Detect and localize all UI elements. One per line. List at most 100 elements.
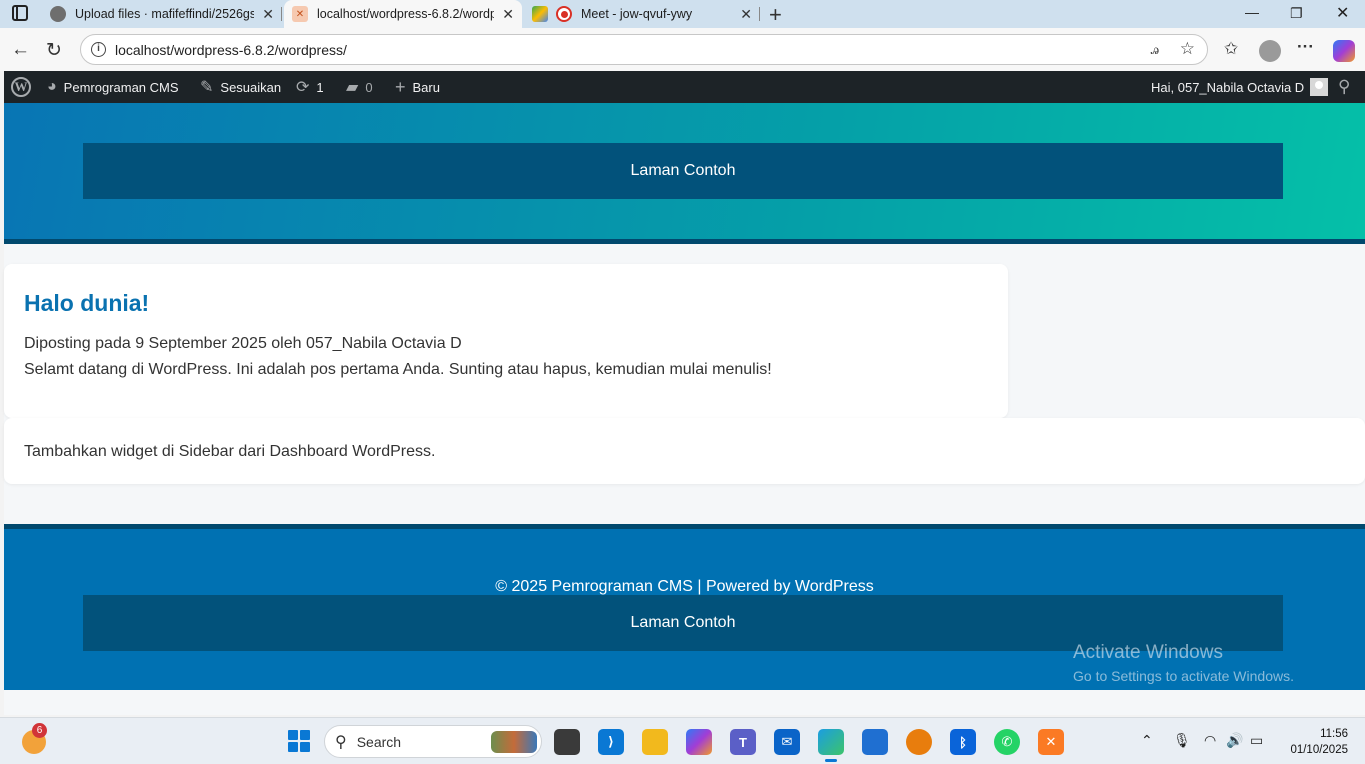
bluetooth-icon[interactable]: ᛒ <box>950 729 976 755</box>
reload-icon[interactable]: ↻ <box>46 39 62 62</box>
start-tile <box>300 742 310 752</box>
customize-label: Sesuaikan <box>220 79 282 95</box>
recording-icon <box>556 6 572 22</box>
file-explorer-icon[interactable] <box>642 729 668 755</box>
tab-github[interactable]: Upload files · mafifeffindi/2526gs ✕ <box>42 0 282 28</box>
system-clock[interactable]: 11:56 01/10/2025 <box>1284 726 1348 758</box>
edge-browser-icon[interactable] <box>818 729 844 762</box>
tab-actions-icon[interactable] <box>12 5 28 21</box>
favorite-star-icon[interactable]: ☆ <box>1180 39 1195 59</box>
site-header: Laman Contoh <box>4 103 1365 244</box>
start-tile <box>288 730 298 740</box>
search-icon: ⚲ <box>335 733 347 751</box>
close-tab-icon[interactable]: ✕ <box>262 6 274 23</box>
task-view-icon[interactable] <box>554 729 580 755</box>
tab-separator <box>759 7 760 21</box>
post-card: Halo dunia! Diposting pada 9 September 2… <box>4 264 1008 418</box>
updates-icon: ⟳ <box>296 79 310 96</box>
start-button[interactable] <box>288 730 310 752</box>
tab-title: Meet - jow-qvuf-ywy <box>581 7 693 21</box>
footer-link-sample-page[interactable]: Laman Contoh <box>631 614 736 632</box>
admin-customize[interactable]: ✎ Sesuaikan <box>200 71 281 103</box>
google-meet-icon <box>532 6 548 22</box>
new-label: Baru <box>412 79 440 95</box>
back-icon[interactable]: ← <box>11 39 30 61</box>
search-highlight-image <box>491 731 537 753</box>
browser-toolbar: ← ↻ i localhost/wordpress-6.8.2/wordpres… <box>0 28 1365 71</box>
post-title[interactable]: Halo dunia! <box>24 290 988 317</box>
vscode-icon[interactable]: ⟩ <box>598 729 624 755</box>
tab-title: Upload files · mafifeffindi/2526gs <box>75 7 255 21</box>
activate-windows-watermark: Activate Windows Go to Settings to activ… <box>1073 642 1294 684</box>
favorites-icon[interactable]: ✩ <box>1224 39 1238 59</box>
nav-link-sample-page[interactable]: Laman Contoh <box>631 162 736 180</box>
avatar <box>1310 78 1329 96</box>
microsoft-store-icon[interactable] <box>862 729 888 755</box>
minimize-icon[interactable]: — <box>1245 4 1259 20</box>
whatsapp-icon[interactable]: ✆ <box>994 729 1020 755</box>
copyright-text: © 2025 Pemrograman CMS | Powered by Word… <box>495 578 874 595</box>
github-icon <box>50 6 66 22</box>
admin-updates[interactable]: ⟳ 1 <box>296 71 324 103</box>
sidebar: Tambahkan widget di Sidebar dari Dashboa… <box>4 418 1365 484</box>
sidebar-text: Tambahkan widget di Sidebar dari Dashboa… <box>24 443 436 460</box>
start-tile <box>288 742 298 752</box>
copilot-app-icon[interactable] <box>686 729 712 755</box>
start-tile <box>300 730 310 740</box>
site-name-label: Pemrograman CMS <box>63 79 179 95</box>
comments-count: 0 <box>365 79 373 95</box>
primary-navigation: Laman Contoh <box>83 143 1283 199</box>
admin-comments[interactable]: ▰ 0 <box>346 71 373 103</box>
comment-icon: ▰ <box>346 79 359 96</box>
tab-separator <box>281 7 282 21</box>
site-footer: © 2025 Pemrograman CMS | Powered by Word… <box>4 524 1365 690</box>
more-menu-icon[interactable]: ··· <box>1297 37 1314 57</box>
profile-avatar[interactable] <box>1259 40 1281 62</box>
clock-date: 01/10/2025 <box>1290 744 1348 756</box>
notification-badge: 6 <box>32 723 47 738</box>
show-hidden-icons-icon[interactable]: ⌃ <box>1141 732 1153 749</box>
close-window-icon[interactable]: ✕ <box>1336 3 1349 23</box>
blender-icon[interactable] <box>906 729 932 755</box>
xampp-app-icon[interactable]: ✕ <box>1038 729 1064 755</box>
restore-icon[interactable]: ❐ <box>1290 5 1303 22</box>
windows-taskbar: 6 ⚲ Search ⟩ T ✉ ᛒ ✆ ✕ ⌃ 🎙 ◠ 🔊 ▭ 11:56 0… <box>0 717 1365 764</box>
new-tab-button[interactable]: + <box>769 2 782 28</box>
post-content: Selamt datang di WordPress. Ini adalah p… <box>24 361 772 378</box>
watermark-subtitle: Go to Settings to activate Windows. <box>1073 668 1294 684</box>
wifi-icon[interactable]: ◠ <box>1204 732 1216 749</box>
watermark-title: Activate Windows <box>1073 642 1223 663</box>
close-tab-icon[interactable]: ✕ <box>502 6 514 23</box>
teams-icon[interactable]: T <box>730 729 756 755</box>
tab-localhost[interactable]: ✕ localhost/wordpress-6.8.2/wordpr ✕ <box>284 0 522 28</box>
search-placeholder: Search <box>356 733 402 750</box>
read-aloud-icon[interactable]: ꭿ <box>1151 41 1159 58</box>
site-info-icon[interactable]: i <box>91 42 106 57</box>
tab-meet[interactable]: Meet - jow-qvuf-ywy ✕ <box>524 0 760 28</box>
brush-icon: ✎ <box>200 79 214 96</box>
wp-admin-bar: W ◕ Pemrograman CMS ✎ Sesuaikan ⟳ 1 ▰ 0 … <box>4 71 1365 103</box>
copilot-icon[interactable] <box>1333 40 1355 62</box>
url-text[interactable]: localhost/wordpress-6.8.2/wordpress/ <box>115 42 347 58</box>
microphone-icon[interactable]: 🎙 <box>1173 732 1191 749</box>
wordpress-logo-icon[interactable]: W <box>11 77 31 97</box>
admin-search[interactable]: ⚲ <box>1338 71 1350 103</box>
post-meta: Diposting pada 9 September 2025 oleh 057… <box>24 335 462 352</box>
greeting-label: Hai, 057_Nabila Octavia D <box>1151 79 1305 95</box>
admin-my-account[interactable]: Hai, 057_Nabila Octavia D <box>1151 71 1329 103</box>
page-viewport: Laman Contoh Halo dunia! Diposting pada … <box>4 103 1365 715</box>
plus-icon: + <box>395 76 406 97</box>
volume-icon[interactable]: 🔊 <box>1226 732 1243 749</box>
battery-icon[interactable]: ▭ <box>1250 732 1263 749</box>
admin-site-name[interactable]: ◕ Pemrograman CMS <box>47 71 179 103</box>
clock-time: 11:56 <box>1320 728 1348 740</box>
taskbar-search[interactable]: ⚲ Search <box>324 725 542 758</box>
close-tab-icon[interactable]: ✕ <box>740 6 752 23</box>
updates-count: 1 <box>316 79 324 95</box>
xampp-icon: ✕ <box>292 6 308 22</box>
address-bar[interactable]: i localhost/wordpress-6.8.2/wordpress/ ꭿ… <box>80 34 1208 65</box>
admin-new[interactable]: + Baru <box>395 71 440 103</box>
dashboard-icon: ◕ <box>47 78 57 95</box>
weather-widget-icon[interactable]: 6 <box>22 723 47 754</box>
mail-icon[interactable]: ✉ <box>774 729 800 755</box>
